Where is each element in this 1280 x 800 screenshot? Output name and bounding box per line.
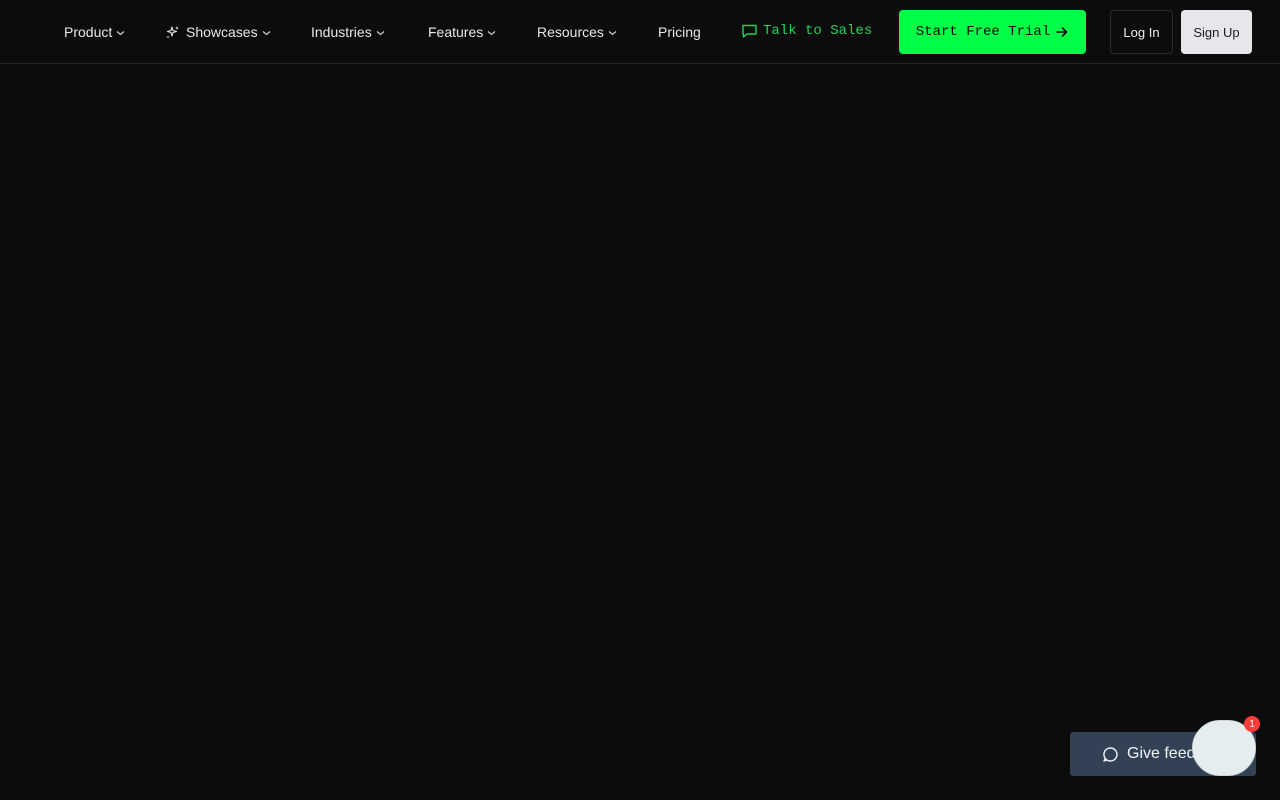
chat-bubble-icon bbox=[1102, 746, 1119, 763]
nav-industries-label: Industries bbox=[311, 24, 372, 40]
main-content-area bbox=[0, 65, 1280, 800]
notification-count: 1 bbox=[1249, 718, 1255, 730]
nav-features-label: Features bbox=[428, 24, 484, 40]
chevron-down-icon bbox=[487, 30, 496, 36]
nav-industries[interactable]: Industries bbox=[311, 0, 385, 64]
notification-badge: 1 bbox=[1244, 716, 1260, 732]
nav-pricing[interactable]: Pricing bbox=[658, 0, 701, 64]
chevron-down-icon bbox=[608, 30, 617, 36]
chat-bubble-icon bbox=[741, 23, 758, 39]
chevron-down-icon bbox=[116, 30, 125, 36]
chevron-down-icon bbox=[376, 30, 385, 36]
nav-showcases-label: Showcases bbox=[186, 24, 258, 40]
nav-product-label: Product bbox=[64, 24, 113, 40]
talk-to-sales-label: Talk to Sales bbox=[763, 23, 873, 39]
top-navigation-bar: Product Showcases Industries Features Re… bbox=[0, 0, 1280, 64]
log-in-label: Log In bbox=[1123, 24, 1160, 40]
nav-resources[interactable]: Resources bbox=[537, 0, 617, 64]
start-free-trial-label: Start Free Trial bbox=[915, 24, 1051, 40]
sign-up-button[interactable]: Sign Up bbox=[1181, 10, 1252, 54]
nav-pricing-label: Pricing bbox=[658, 24, 701, 40]
nav-product[interactable]: Product bbox=[64, 0, 125, 64]
sparkles-icon bbox=[166, 25, 180, 39]
chevron-down-icon bbox=[262, 30, 271, 36]
nav-features[interactable]: Features bbox=[428, 0, 496, 64]
talk-to-sales-link[interactable]: Talk to Sales bbox=[741, 0, 872, 62]
start-free-trial-button[interactable]: Start Free Trial bbox=[899, 10, 1086, 54]
arrow-right-icon bbox=[1055, 25, 1069, 39]
log-in-button[interactable]: Log In bbox=[1110, 10, 1173, 54]
sign-up-label: Sign Up bbox=[1193, 24, 1240, 40]
nav-resources-label: Resources bbox=[537, 24, 604, 40]
nav-showcases[interactable]: Showcases bbox=[166, 0, 271, 64]
